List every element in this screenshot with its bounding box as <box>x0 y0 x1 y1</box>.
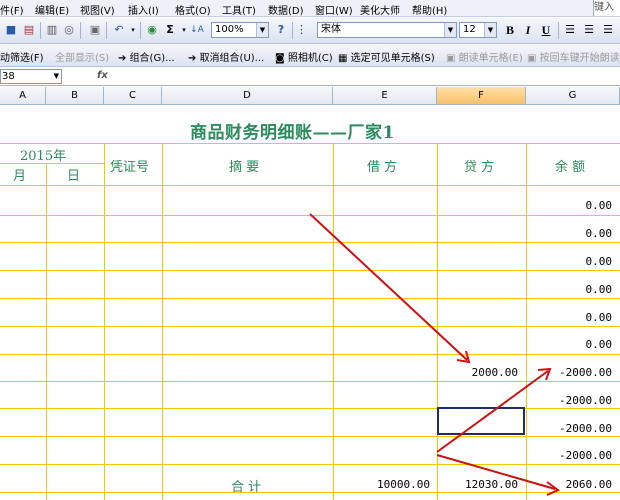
speak-on-enter-label: 按回车键开始朗读 <box>539 53 620 64</box>
column-header-b[interactable]: B <box>46 87 104 104</box>
function-icon[interactable]: fx <box>97 70 108 81</box>
print-icon[interactable]: ▥ <box>45 23 59 37</box>
menu-window[interactable]: 窗口(W) <box>315 2 353 17</box>
column-header-d[interactable]: D <box>162 87 333 104</box>
chevron-down-icon[interactable]: ▼ <box>444 23 456 37</box>
menu-edit[interactable]: 编辑(E) <box>35 2 69 17</box>
separator <box>106 22 107 39</box>
research-icon[interactable]: ▣ <box>88 23 102 37</box>
font-size-select[interactable]: 12 ▼ <box>459 22 497 38</box>
separator <box>558 22 559 39</box>
speak-enter-icon: ▣ <box>527 53 540 64</box>
menu-tools[interactable]: 工具(T) <box>222 2 256 17</box>
camera-icon: ◙ <box>275 53 288 64</box>
column-header-c[interactable]: C <box>104 87 162 104</box>
select-visible-cells-button[interactable]: ▦ 选定可见单元格(S) <box>338 49 435 64</box>
save-icon[interactable]: ■ <box>4 23 18 37</box>
secondary-toolbar: 动筛选(F) 全部显示(S) ➔ 组合(G)... ➔ 取消组合(U)... ◙… <box>0 45 620 67</box>
show-all-button[interactable]: 全部显示(S) <box>55 49 109 64</box>
italic-button[interactable]: I <box>521 23 535 37</box>
bold-button[interactable]: B <box>503 23 517 37</box>
menu-insert[interactable]: 插入(I) <box>128 2 159 17</box>
autosum-dropdown-icon[interactable]: ▾ <box>177 23 191 37</box>
speak-on-enter-button[interactable]: ▣ 按回车键开始朗读 <box>527 49 620 64</box>
select-visible-label: 选定可见单元格(S) <box>350 53 435 64</box>
font-size-value: 12 <box>463 24 476 35</box>
annotation-arrows <box>309 213 560 496</box>
speak-cells-label: 朗读单元格(E) <box>458 53 523 64</box>
autosum-icon[interactable]: Σ <box>163 23 177 37</box>
name-box[interactable]: 38 ▼ <box>0 69 62 84</box>
column-header-f[interactable]: F <box>437 87 526 104</box>
font-name-select[interactable]: 宋体 ▼ <box>317 22 457 38</box>
formula-bar: 38 ▼ fx <box>0 68 620 86</box>
permission-icon[interactable]: ▤ <box>22 23 36 37</box>
arrow-right-icon: ➔ <box>118 53 130 64</box>
speak-cells-button[interactable]: ▣ 朗读单元格(E) <box>446 49 523 64</box>
menu-data[interactable]: 数据(D) <box>268 2 304 17</box>
ungroup-button[interactable]: ➔ 取消组合(U)... <box>188 49 264 64</box>
menu-help[interactable]: 帮助(H) <box>412 2 447 17</box>
menu-beautify[interactable]: 美化大师 <box>360 2 400 17</box>
separator <box>292 22 293 39</box>
hyperlink-icon[interactable]: ◉ <box>145 23 159 37</box>
chevron-down-icon[interactable]: ▼ <box>54 70 59 83</box>
separator <box>140 22 141 39</box>
ungroup-label: 取消组合(U)... <box>199 53 265 64</box>
align-left-icon[interactable]: ☰ <box>563 23 577 37</box>
help-search-box[interactable]: 键入 <box>593 0 620 16</box>
separator <box>80 22 81 39</box>
annotation-arrow-3 <box>436 454 556 490</box>
autofilter-button[interactable]: 动筛选(F) <box>0 49 44 64</box>
undo-dropdown-icon[interactable]: ▾ <box>126 23 140 37</box>
align-right-icon[interactable]: ☰ <box>601 23 615 37</box>
undo-icon[interactable]: ↶ <box>112 23 126 37</box>
chevron-down-icon[interactable]: ▼ <box>484 23 496 37</box>
zoom-select[interactable]: 100% ▼ <box>211 22 269 38</box>
standard-toolbar: ■ ▤ ▥ ◎ ▣ ↶ ▾ ◉ Σ ▾ ↓A 100% ▼ ? ⋮ 宋体 ▼ 1… <box>0 18 620 44</box>
speak-icon: ▣ <box>446 53 459 64</box>
help-icon[interactable]: ? <box>274 23 288 37</box>
column-header-g[interactable]: G <box>526 87 620 104</box>
camera-label: 照相机(C) <box>287 53 333 64</box>
font-name-value: 宋体 <box>321 24 341 35</box>
zoom-value: 100% <box>215 24 244 35</box>
camera-button[interactable]: ◙ 照相机(C) <box>275 49 333 64</box>
underline-button[interactable]: U <box>539 23 553 37</box>
menu-format[interactable]: 格式(O) <box>175 2 211 17</box>
toolbar-grip-icon[interactable]: ⋮ <box>296 23 307 37</box>
column-header-a[interactable]: A <box>0 87 46 104</box>
menu-bar: 件(F) 编辑(E) 视图(V) 插入(I) 格式(O) 工具(T) 数据(D)… <box>0 0 620 17</box>
align-center-icon[interactable]: ☰ <box>582 23 596 37</box>
worksheet-grid[interactable]: 商品财务明细账——厂家1 2015年 月 日 凭证号 摘 要 借 方 贷 方 余… <box>0 106 620 500</box>
column-header-e[interactable]: E <box>333 87 437 104</box>
sort-ascending-icon[interactable]: ↓A <box>190 23 204 37</box>
chevron-down-icon[interactable]: ▼ <box>256 23 268 37</box>
separator <box>40 22 41 39</box>
name-box-value: 38 <box>2 71 15 82</box>
menu-view[interactable]: 视图(V) <box>80 2 115 17</box>
group-button[interactable]: ➔ 组合(G)... <box>118 49 175 64</box>
arrow-left-icon: ➔ <box>188 53 200 64</box>
group-label: 组合(G)... <box>129 53 175 64</box>
annotation-arrow-2 <box>436 370 549 453</box>
menu-file[interactable]: 件(F) <box>0 2 24 17</box>
column-headers: A B C D E F G <box>0 87 620 105</box>
grid-icon: ▦ <box>338 53 351 64</box>
print-preview-icon[interactable]: ◎ <box>62 23 76 37</box>
annotation-arrow-1 <box>309 213 468 361</box>
